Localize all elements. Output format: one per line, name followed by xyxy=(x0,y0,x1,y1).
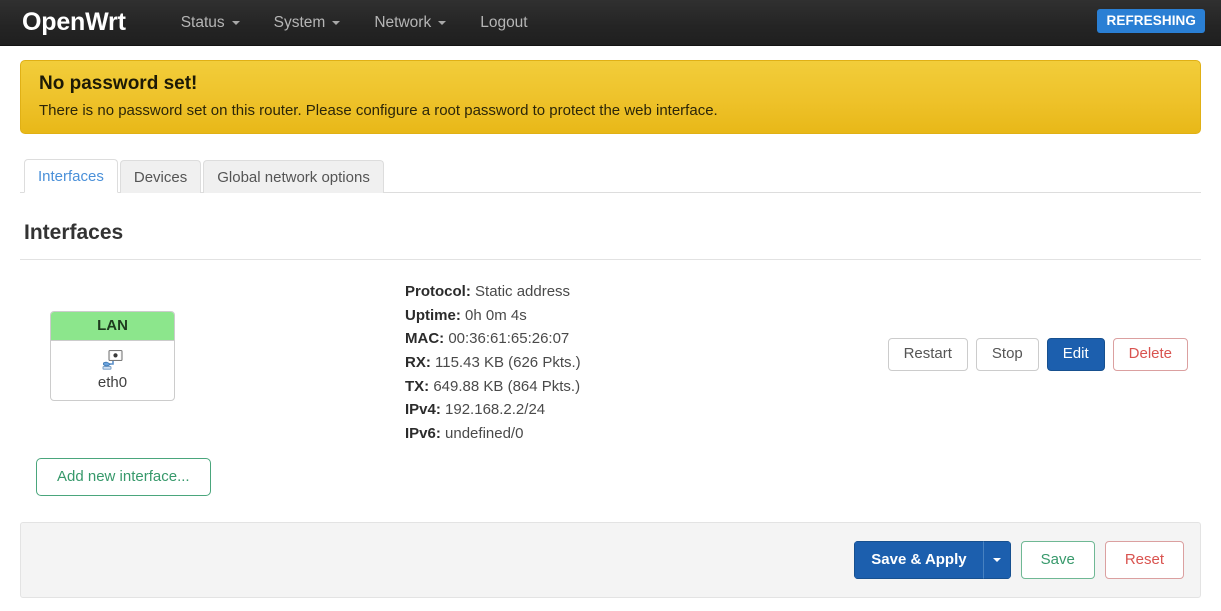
add-interface-row: Add new interface... xyxy=(20,446,1201,496)
tab-bar: Interfaces Devices Global network option… xyxy=(20,158,1201,193)
chevron-down-icon xyxy=(992,557,1001,562)
detail-uptime-label: Uptime: xyxy=(405,306,461,324)
tab-devices[interactable]: Devices xyxy=(119,160,202,193)
detail-ipv4-label: IPv4: xyxy=(405,401,441,419)
detail-rx: RX: 115.43 KB (626 Pkts.) xyxy=(405,351,888,375)
interface-badge-lan[interactable]: LAN eth0 xyxy=(50,311,175,401)
chevron-down-icon xyxy=(438,20,447,25)
interface-row: LAN eth0 Protocol: Static address Uptime… xyxy=(20,260,1201,446)
top-navbar: OpenWrt Status System Network Logout REF… xyxy=(0,0,1221,46)
save-button[interactable]: Save xyxy=(1020,540,1095,579)
interface-badge-cell: LAN eth0 xyxy=(20,276,405,401)
detail-uptime: Uptime: 0h 0m 4s xyxy=(405,304,888,328)
add-new-interface-button[interactable]: Add new interface... xyxy=(36,457,211,496)
detail-ipv4-value: 192.168.2.2/24 xyxy=(445,401,546,419)
stop-button[interactable]: Stop xyxy=(975,338,1039,371)
interface-details: Protocol: Static address Uptime: 0h 0m 4… xyxy=(405,276,888,446)
detail-protocol-label: Protocol: xyxy=(405,283,471,300)
detail-rx-label: RX: xyxy=(405,354,431,372)
detail-tx: TX: 649.88 KB (864 Pkts.) xyxy=(405,375,888,399)
detail-uptime-value: 0h 0m 4s xyxy=(465,306,527,324)
brand-logo[interactable]: OpenWrt xyxy=(22,10,126,35)
ethernet-icon xyxy=(102,349,123,370)
no-password-warning-banner[interactable]: No password set! There is no password se… xyxy=(20,60,1201,134)
detail-mac-label: MAC: xyxy=(405,330,445,348)
banner-title: No password set! xyxy=(39,73,198,94)
detail-protocol-value: Static address xyxy=(475,283,571,300)
nav-item-logout-label: Logout xyxy=(480,13,528,31)
nav-item-network[interactable]: Network xyxy=(357,14,463,32)
edit-button[interactable]: Edit xyxy=(1046,338,1105,371)
detail-mac: MAC: 00:36:61:65:26:07 xyxy=(405,327,888,351)
delete-button[interactable]: Delete xyxy=(1112,338,1188,371)
form-footer-bar: Save & Apply Save Reset xyxy=(20,521,1201,598)
interface-badge-name: LAN xyxy=(51,312,174,341)
nav-item-logout[interactable]: Logout xyxy=(463,14,544,32)
detail-ipv6-label: IPv6: xyxy=(405,425,441,443)
detail-tx-label: TX: xyxy=(405,377,430,395)
nav-item-network-label: Network xyxy=(374,13,432,31)
detail-ipv6: IPv6: undefined/0 xyxy=(405,422,888,446)
interface-action-buttons: Restart Stop Edit Delete xyxy=(887,276,1201,371)
nav-menu: Status System Network Logout xyxy=(164,14,545,32)
chevron-down-icon xyxy=(332,20,341,25)
save-and-apply-button[interactable]: Save & Apply xyxy=(854,540,984,579)
detail-ipv4: IPv4: 192.168.2.2/24 xyxy=(405,398,888,422)
banner-text: There is no password set on this router.… xyxy=(39,102,718,119)
refreshing-status-badge[interactable]: REFRESHING xyxy=(1097,9,1205,33)
nav-item-system[interactable]: System xyxy=(257,14,358,32)
save-apply-dropdown-toggle[interactable] xyxy=(983,540,1011,579)
tab-global-network-options[interactable]: Global network options xyxy=(203,160,384,193)
interface-badge-body: eth0 xyxy=(51,341,174,400)
page-title: Interfaces xyxy=(24,221,124,244)
detail-protocol: Protocol: Static address xyxy=(405,280,888,304)
detail-ipv6-value: undefined/0 xyxy=(445,425,524,443)
chevron-down-icon xyxy=(231,20,240,25)
detail-mac-value: 00:36:61:65:26:07 xyxy=(448,330,570,348)
restart-button[interactable]: Restart xyxy=(887,338,968,371)
nav-item-status-label: Status xyxy=(180,13,225,31)
nav-item-status[interactable]: Status xyxy=(164,14,257,32)
detail-rx-value: 115.43 KB (626 Pkts.) xyxy=(435,354,581,372)
reset-button[interactable]: Reset xyxy=(1104,540,1184,579)
save-apply-split-button: Save & Apply xyxy=(854,540,1011,579)
interface-device-label: eth0 xyxy=(97,374,128,391)
tab-interfaces[interactable]: Interfaces xyxy=(24,159,118,193)
nav-item-system-label: System xyxy=(273,13,326,31)
detail-tx-value: 649.88 KB (864 Pkts.) xyxy=(433,377,581,395)
page-content: No password set! There is no password se… xyxy=(0,60,1221,598)
